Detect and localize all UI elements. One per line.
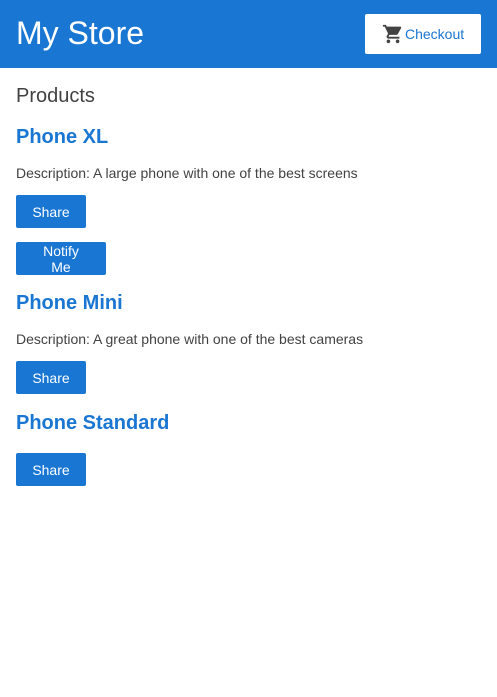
share-button[interactable]: Share — [16, 195, 86, 228]
product-name-link[interactable]: Phone XL — [16, 125, 108, 149]
share-button[interactable]: Share — [16, 361, 86, 394]
app-title-link[interactable]: My Store — [16, 13, 144, 53]
product-name-link[interactable]: Phone Mini — [16, 291, 123, 315]
checkout-button[interactable]: Checkout — [365, 14, 481, 54]
notify-me-button[interactable]: Notify Me — [16, 242, 106, 275]
checkout-label: Checkout — [405, 26, 465, 42]
page-title: Products — [16, 85, 95, 107]
product-item: Phone XL Description: A large phone with… — [16, 108, 481, 275]
share-button[interactable]: Share — [16, 453, 86, 486]
top-bar: My Store Checkout — [0, 0, 497, 68]
product-name-link[interactable]: Phone Standard — [16, 411, 169, 435]
product-item: Phone Mini Description: A great phone wi… — [16, 275, 481, 394]
shopping-cart-icon — [382, 23, 404, 45]
product-description: Description: A large phone with one of t… — [16, 165, 358, 181]
product-item: Phone Standard Share — [16, 394, 481, 486]
product-description: Description: A great phone with one of t… — [16, 331, 364, 347]
main-content: Products Phone XL Description: A large p… — [16, 84, 481, 486]
